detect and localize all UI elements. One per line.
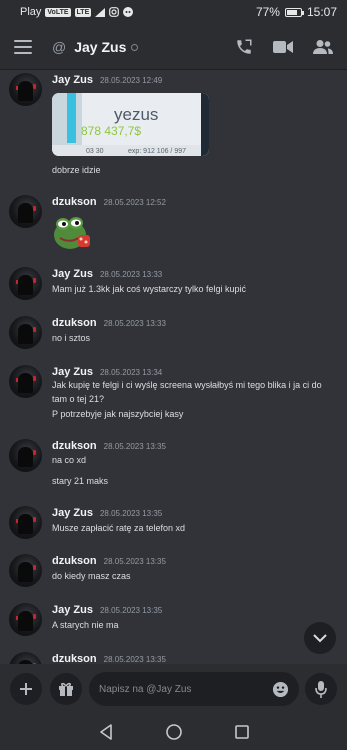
lte-badge: LTE (74, 7, 92, 17)
message-input-placeholder: Napisz na @Jay Zus (99, 683, 192, 695)
menu-icon[interactable] (14, 39, 32, 54)
message-text: Jak kupię te felgi i ci wyślę screena wy… (52, 380, 322, 404)
system-navigation-bar (0, 714, 347, 750)
page-title[interactable]: Jay Zus (74, 39, 126, 55)
image-text-left: 03 30 (86, 148, 104, 155)
discord-notification-icon (123, 7, 134, 17)
avatar[interactable] (9, 365, 42, 398)
message-list[interactable]: Jay Zus 28.05.2023 12:49 yezus 878 437,7$… (0, 70, 347, 664)
volte-badge: VoLTE (45, 7, 71, 17)
phone-icon[interactable] (235, 38, 253, 56)
avatar[interactable] (9, 603, 42, 636)
emoji-icon[interactable] (272, 681, 289, 698)
add-attachment-button[interactable] (10, 673, 42, 705)
message-text: Mam już 1.3kk jak coś wystarczy tylko fe… (52, 284, 247, 294)
video-icon[interactable] (273, 39, 293, 55)
scroll-to-bottom-button[interactable] (304, 622, 336, 654)
battery-percent: 77% (255, 5, 280, 19)
message-text: no i sztos (52, 333, 91, 343)
carrier-label: Play (20, 6, 42, 18)
timestamp: 28.05.2023 13:33 (99, 270, 163, 279)
timestamp: 28.05.2023 13:35 (103, 442, 166, 451)
author-name[interactable]: dzukson (52, 317, 97, 329)
message-text: P potrzebyje jak najszybciej kasy (52, 409, 184, 419)
message-text: Musze zapłacić ratę za telefon xd (52, 523, 186, 533)
message-text: stary 21 maks (52, 476, 109, 486)
message-text: dobrze idzie (52, 165, 101, 175)
dm-header: @ Jay Zus (0, 24, 347, 70)
author-name[interactable]: dzukson (52, 196, 97, 208)
avatar[interactable] (9, 267, 42, 300)
avatar[interactable] (9, 506, 42, 539)
timestamp: 28.05.2023 13:35 (99, 509, 163, 518)
recents-icon[interactable] (234, 725, 249, 739)
clock: 15:07 (306, 5, 337, 19)
message-composer: Napisz na @Jay Zus (0, 664, 347, 714)
author-name[interactable]: dzukson (52, 440, 97, 452)
instagram-icon (109, 7, 120, 17)
timestamp: 28.05.2023 13:33 (103, 319, 166, 328)
image-attachment[interactable]: yezus 878 437,7$ 03 30 exp: 912 106 / 99… (52, 93, 209, 156)
battery-icon (284, 7, 304, 17)
message-text: do kiedy masz czas (52, 571, 131, 581)
status-bar: Play VoLTE LTE 77% 15:07 (0, 0, 347, 24)
author-name[interactable]: dzukson (52, 653, 97, 664)
pepe-sticker[interactable] (52, 211, 94, 251)
chevron-down-icon (313, 633, 327, 642)
avatar[interactable] (9, 652, 42, 664)
avatar[interactable] (9, 554, 42, 587)
author-name[interactable]: Jay Zus (52, 604, 93, 616)
image-text-title: yezus (114, 105, 159, 124)
gift-button[interactable] (50, 673, 82, 705)
timestamp: 28.05.2023 13:35 (103, 557, 166, 566)
avatar[interactable] (9, 195, 42, 228)
avatar[interactable] (9, 439, 42, 472)
avatar[interactable] (9, 316, 42, 349)
author-name[interactable]: Jay Zus (52, 366, 93, 378)
message-text: A starych nie ma (52, 620, 119, 630)
microphone-icon (315, 680, 327, 698)
at-icon: @ (52, 38, 67, 55)
image-text-right: exp: 912 106 / 997 (128, 148, 186, 155)
timestamp: 28.05.2023 12:52 (103, 198, 166, 207)
timestamp: 28.05.2023 12:49 (99, 76, 163, 85)
image-text-value: 878 437,7$ (81, 124, 142, 138)
timestamp: 28.05.2023 13:35 (103, 655, 166, 664)
avatar[interactable] (9, 73, 42, 106)
offline-status-icon (131, 44, 139, 51)
gift-icon (59, 682, 73, 696)
members-icon[interactable] (313, 39, 333, 55)
author-name[interactable]: Jay Zus (52, 268, 93, 280)
signal-icon (95, 7, 106, 17)
timestamp: 28.05.2023 13:34 (99, 368, 163, 377)
voice-message-button[interactable] (305, 673, 337, 705)
author-name[interactable]: Jay Zus (52, 74, 93, 86)
plus-icon (20, 683, 32, 695)
back-icon[interactable] (99, 724, 113, 740)
timestamp: 28.05.2023 13:35 (99, 606, 163, 615)
author-name[interactable]: dzukson (52, 555, 97, 567)
home-icon[interactable] (165, 724, 182, 740)
message-text: na co xd (52, 455, 87, 465)
author-name[interactable]: Jay Zus (52, 507, 93, 519)
message-input[interactable]: Napisz na @Jay Zus (89, 672, 299, 706)
